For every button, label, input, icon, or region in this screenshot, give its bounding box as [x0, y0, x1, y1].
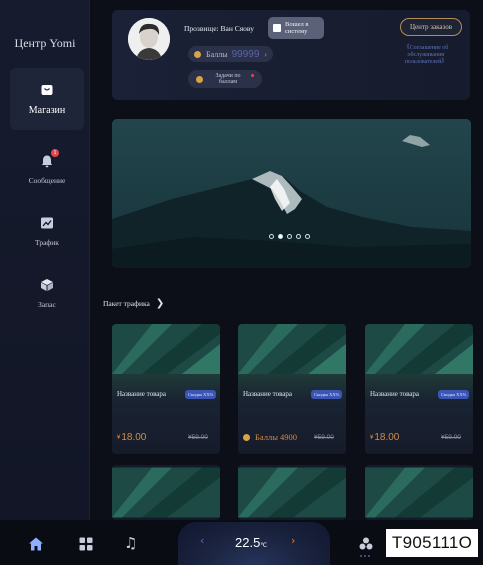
notification-dot: [251, 74, 254, 77]
shop-bag-icon: [40, 83, 54, 97]
price-value: 18.00: [374, 432, 400, 443]
price-value: 18.00: [121, 432, 147, 443]
sidebar: Центр Yomi Магазин 1 Сообщение Трафик За…: [0, 0, 90, 520]
carousel-dot[interactable]: [269, 234, 274, 239]
home-icon[interactable]: [28, 536, 44, 552]
brand-title: Центр Yomi: [14, 36, 76, 50]
points-value: 99999: [231, 48, 260, 60]
carousel-indicators: [267, 234, 312, 239]
login-status-button[interactable]: Вошел в систему: [268, 17, 324, 39]
login-icon: [273, 24, 281, 32]
apps-grid-icon[interactable]: [78, 536, 94, 552]
product-image: [365, 467, 473, 518]
product-image: [112, 324, 220, 374]
product-card[interactable]: Название товара Скидка XX% ¥ 18.00 ¥59.0…: [365, 324, 473, 454]
product-card[interactable]: [112, 465, 220, 520]
product-name: Название товара: [243, 390, 292, 398]
notification-badge: 1: [51, 148, 59, 157]
section-title: Пакет трафика: [103, 299, 150, 308]
overlay-code-label: T905111O: [386, 529, 478, 557]
tasks-label: Задачи по баллам: [215, 72, 241, 86]
inventory-box-icon: [40, 278, 54, 292]
product-name: Название товара: [370, 390, 419, 398]
temp-decrease-button[interactable]: ‹: [200, 534, 204, 547]
temperature-display: 22.5℃: [235, 535, 267, 550]
traffic-package-section-link[interactable]: Пакет трафика ❯: [103, 298, 164, 309]
sidebar-item-label: Сообщение: [28, 175, 66, 185]
carousel-dot-active[interactable]: [278, 234, 283, 239]
original-price: ¥59.00: [441, 434, 461, 441]
original-price: ¥59.00: [188, 434, 208, 441]
chevron-right-icon: ›: [264, 49, 268, 59]
chevron-right-icon: ❯: [155, 298, 165, 309]
currency-symbol: ¥: [370, 434, 374, 441]
profile-card: Прозвище: Ван Сяову Вошел в систему Балл…: [112, 10, 470, 100]
price-value: Баллы 4900: [255, 432, 298, 442]
product-price: ¥ 18.00: [117, 432, 146, 443]
sidebar-item-traffic[interactable]: Трафик: [10, 200, 84, 262]
original-price: ¥59.00: [314, 434, 334, 441]
temp-increase-button[interactable]: ›: [291, 534, 295, 547]
climate-control: ‹ 22.5℃ ›: [178, 522, 330, 565]
login-status-label: Вошел в систему: [285, 21, 309, 35]
sidebar-item-label: Трафик: [35, 237, 59, 247]
orders-center-button[interactable]: Центр заказов: [400, 18, 462, 36]
carousel-dot[interactable]: [305, 234, 310, 239]
product-image: [112, 467, 220, 518]
sidebar-item-shop[interactable]: Магазин: [10, 68, 84, 130]
fan-icon[interactable]: [358, 536, 374, 552]
temperature-value: 22.5: [235, 535, 261, 550]
carousel-dot[interactable]: [287, 234, 292, 239]
points-label: Баллы: [206, 49, 228, 59]
product-price: ¥ 18.00: [370, 432, 399, 443]
bell-icon: 1: [40, 148, 59, 168]
fan-level-indicator: [359, 555, 371, 557]
sidebar-item-label: Магазин: [28, 104, 66, 116]
currency-symbol: ¥: [117, 434, 121, 441]
coin-icon: [243, 433, 250, 441]
discount-badge: Скидка XX%: [311, 390, 343, 399]
points-tasks-button[interactable]: Задачи по баллам: [188, 70, 262, 88]
product-card[interactable]: [238, 465, 346, 520]
music-note-icon[interactable]: ♫: [124, 534, 140, 552]
product-name: Название товара: [117, 390, 166, 398]
temperature-unit: ℃: [260, 543, 268, 549]
avatar[interactable]: [128, 18, 170, 60]
product-image: [238, 467, 346, 518]
nickname: Прозвище: Ван Сяову: [184, 24, 254, 33]
coin-icon: [194, 50, 201, 58]
product-card[interactable]: Название товара Скидка XX% Баллы 4900 ¥5…: [238, 324, 346, 454]
coin-icon: [196, 75, 203, 83]
user-agreement-link[interactable]: 《Соглашение об обслуживании пользователе…: [388, 45, 464, 66]
product-card[interactable]: Название товара Скидка XX% ¥ 18.00 ¥59.0…: [112, 324, 220, 454]
sidebar-item-messages[interactable]: 1 Сообщение: [10, 138, 84, 200]
promo-banner[interactable]: [112, 119, 471, 268]
discount-badge: Скидка XX%: [185, 390, 217, 399]
product-image: [238, 324, 346, 374]
discount-badge: Скидка XX%: [438, 390, 470, 399]
product-price-points: Баллы 4900: [243, 432, 297, 442]
product-image: [365, 324, 473, 374]
sidebar-item-label: Запас: [38, 299, 56, 309]
traffic-chart-icon: [40, 216, 54, 230]
mountain-banner-image: [112, 119, 471, 268]
points-pill[interactable]: Баллы 99999 ›: [188, 46, 274, 62]
sidebar-item-inventory[interactable]: Запас: [10, 262, 84, 324]
product-card[interactable]: [365, 465, 473, 520]
carousel-dot[interactable]: [296, 234, 301, 239]
